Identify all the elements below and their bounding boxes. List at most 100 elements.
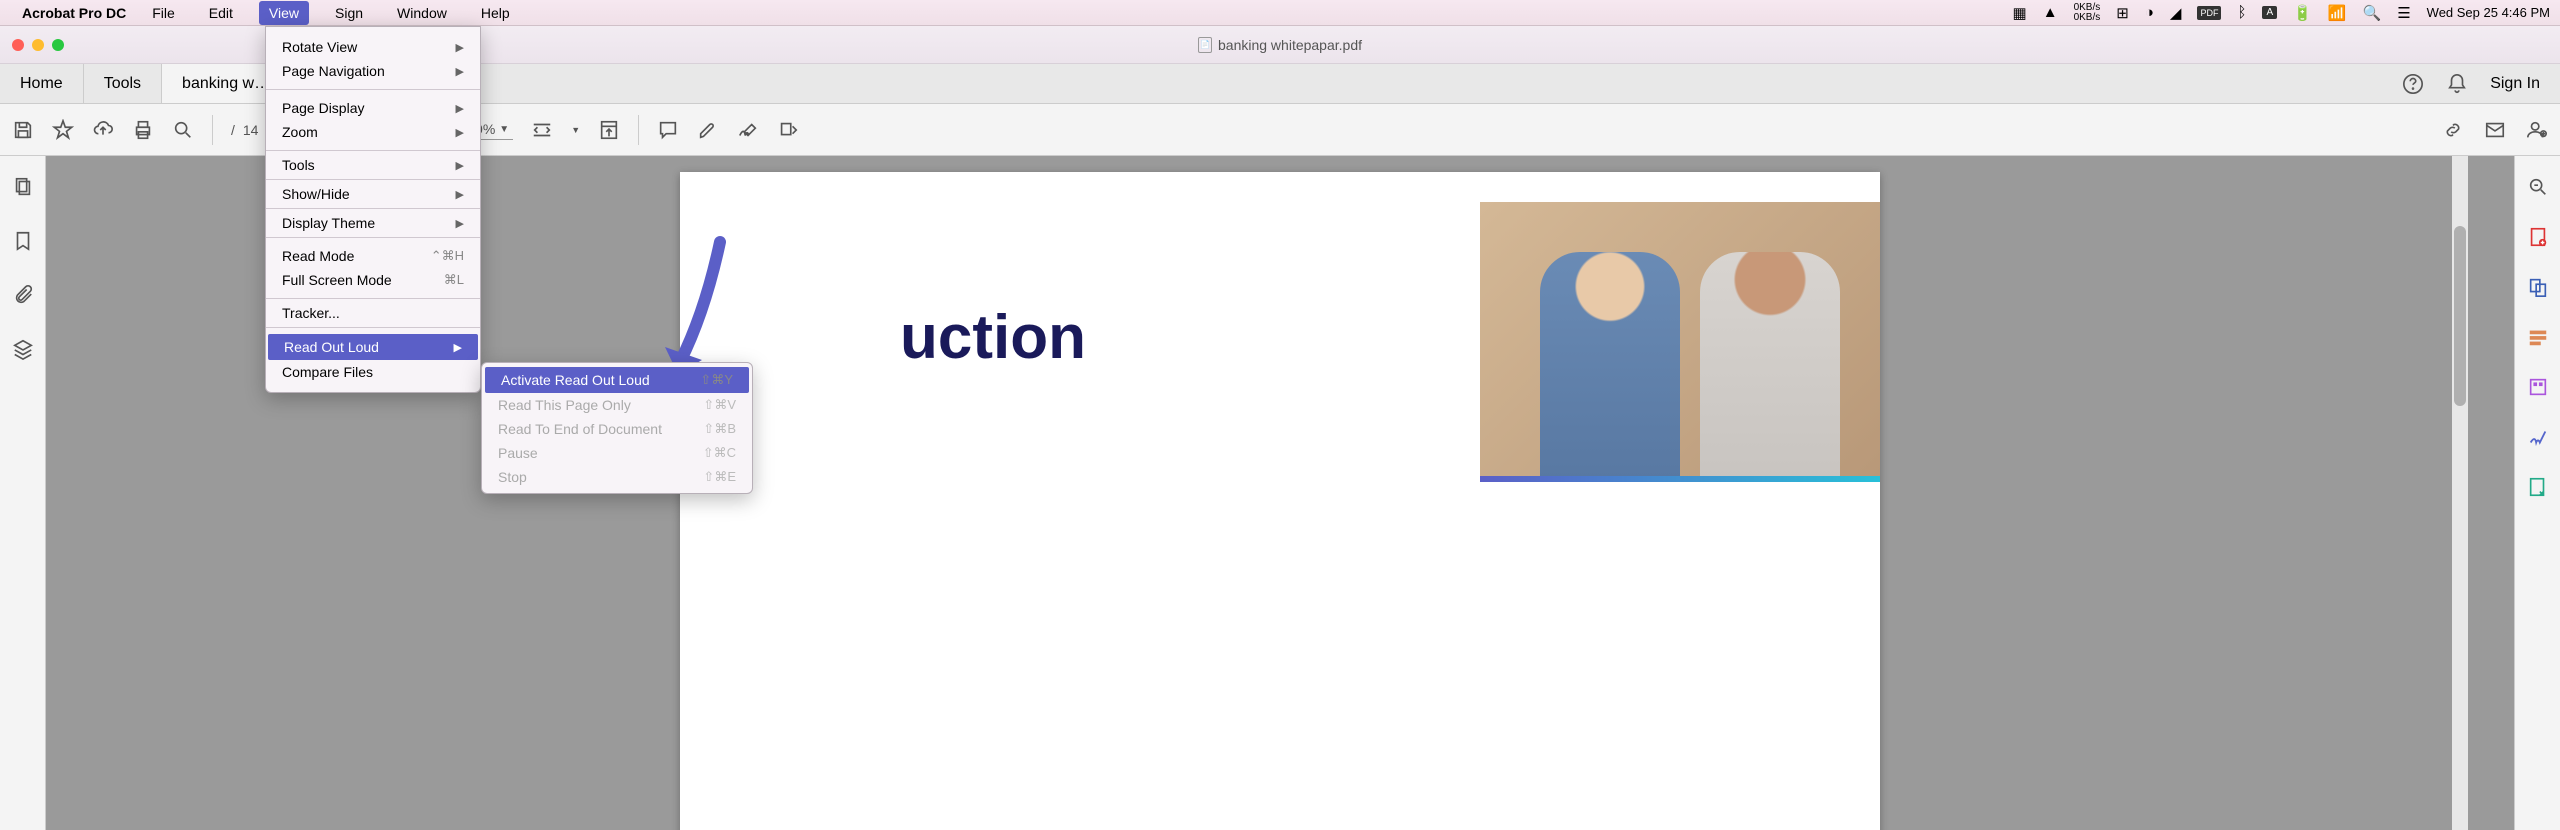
- menu-show-hide[interactable]: Show/Hide▶: [266, 182, 480, 206]
- tray-icon-4[interactable]: ◑: [2145, 4, 2154, 21]
- submenu-chevron-icon: ▶: [454, 341, 462, 354]
- comment-icon[interactable]: [657, 119, 679, 141]
- print-icon[interactable]: [132, 119, 154, 141]
- window-title: 📄 banking whitepapar.pdf: [1198, 37, 1362, 53]
- network-speed: 0KB/s 0KB/s: [2074, 3, 2101, 23]
- view-menu-dropdown: Rotate View▶ Page Navigation▶ Page Displ…: [265, 26, 481, 393]
- net-up: 0KB/s: [2074, 3, 2101, 13]
- page-heading-text: uction: [900, 302, 1086, 373]
- page-separator: /: [231, 122, 235, 138]
- save-icon[interactable]: [12, 119, 34, 141]
- submenu-chevron-icon: ▶: [456, 102, 464, 115]
- tray-icon-2[interactable]: ▲: [2043, 4, 2058, 21]
- menu-tracker[interactable]: Tracker...: [266, 301, 480, 325]
- submenu-stop: Stop⇧⌘E: [482, 465, 752, 489]
- export-pdf-icon[interactable]: [2527, 276, 2549, 298]
- submenu-activate[interactable]: Activate Read Out Loud⇧⌘Y: [485, 367, 749, 393]
- thumbnails-icon[interactable]: [12, 176, 34, 198]
- fit-width-icon[interactable]: [531, 119, 553, 141]
- email-icon[interactable]: [2484, 119, 2506, 141]
- wifi-icon[interactable]: 📶: [2328, 4, 2347, 22]
- menu-full-screen[interactable]: Full Screen Mode⌘L: [266, 268, 480, 292]
- scrollbar-thumb[interactable]: [2454, 226, 2466, 406]
- search-side-icon[interactable]: [2527, 176, 2549, 198]
- layers-icon[interactable]: [12, 338, 34, 360]
- organize-icon[interactable]: [2527, 376, 2549, 398]
- menu-view[interactable]: View: [259, 1, 309, 25]
- page-photo: [1480, 202, 1880, 482]
- page-navigation: / 14: [231, 122, 258, 138]
- menu-read-mode[interactable]: Read Mode⌃⌘H: [266, 244, 480, 268]
- window-close-button[interactable]: [12, 39, 24, 51]
- attachment-icon[interactable]: [12, 284, 34, 306]
- battery-icon[interactable]: 🔋: [2293, 4, 2312, 22]
- pdf-tray-icon[interactable]: PDF: [2197, 6, 2221, 20]
- tray-icon-5[interactable]: ◢: [2170, 4, 2182, 22]
- menu-sign[interactable]: Sign: [327, 3, 371, 23]
- menu-separator: [266, 89, 480, 90]
- edit-pdf-icon[interactable]: [2527, 326, 2549, 348]
- fit-page-icon[interactable]: [598, 119, 620, 141]
- highlight-icon[interactable]: [697, 119, 719, 141]
- bluetooth-icon[interactable]: ᛒ: [2237, 4, 2246, 21]
- dropdown-chevron-icon[interactable]: ▼: [571, 125, 580, 135]
- share-people-icon[interactable]: [2526, 119, 2548, 141]
- tray-icon-1[interactable]: ▦: [2013, 4, 2027, 22]
- toolbar-right-group: [2442, 119, 2548, 141]
- vertical-scrollbar[interactable]: [2452, 156, 2468, 830]
- menu-separator: [266, 179, 480, 180]
- menu-window[interactable]: Window: [389, 3, 455, 23]
- tray-icon-3[interactable]: ⊞: [2116, 4, 2129, 22]
- net-down: 0KB/s: [2074, 13, 2101, 23]
- submenu-chevron-icon: ▶: [456, 65, 464, 78]
- submenu-chevron-icon: ▶: [456, 217, 464, 230]
- menu-display-theme[interactable]: Display Theme▶: [266, 211, 480, 235]
- sign-tool-icon[interactable]: [2527, 426, 2549, 448]
- menu-read-out-loud[interactable]: Read Out Loud▶: [268, 334, 478, 360]
- read-out-loud-submenu: Activate Read Out Loud⇧⌘Y Read This Page…: [481, 362, 753, 494]
- input-icon[interactable]: A: [2262, 6, 2277, 19]
- menu-page-display[interactable]: Page Display▶: [266, 96, 480, 120]
- person-1: [1540, 252, 1680, 482]
- menu-separator: [266, 298, 480, 299]
- stamp-icon[interactable]: [777, 119, 799, 141]
- more-tools-icon[interactable]: [2527, 476, 2549, 498]
- toolbar-separator: [638, 115, 639, 145]
- link-icon[interactable]: [2442, 119, 2464, 141]
- person-2: [1700, 252, 1840, 482]
- menu-file[interactable]: File: [144, 3, 183, 23]
- left-rail: [0, 156, 46, 830]
- menu-rotate-view[interactable]: Rotate View▶: [266, 35, 480, 59]
- signin-link[interactable]: Sign In: [2490, 75, 2540, 93]
- cloud-upload-icon[interactable]: [92, 119, 114, 141]
- control-center-icon[interactable]: ☰: [2397, 4, 2410, 22]
- submenu-chevron-icon: ▶: [456, 188, 464, 201]
- annotation-group: [657, 119, 799, 141]
- bookmark-icon[interactable]: [12, 230, 34, 252]
- menu-compare-files[interactable]: Compare Files: [266, 360, 480, 384]
- tab-home[interactable]: Home: [0, 64, 84, 103]
- toolbar-separator: [212, 115, 213, 145]
- menu-help[interactable]: Help: [473, 3, 518, 23]
- help-icon[interactable]: [2402, 73, 2424, 95]
- menubar-datetime[interactable]: Wed Sep 25 4:46 PM: [2427, 5, 2550, 20]
- submenu-chevron-icon: ▶: [456, 41, 464, 54]
- pdf-file-icon: 📄: [1198, 37, 1212, 53]
- submenu-pause: Pause⇧⌘C: [482, 441, 752, 465]
- menu-page-navigation[interactable]: Page Navigation▶: [266, 59, 480, 83]
- signature-icon[interactable]: [737, 119, 759, 141]
- menu-separator: [266, 237, 480, 238]
- menu-zoom[interactable]: Zoom▶: [266, 120, 480, 144]
- menu-edit[interactable]: Edit: [201, 3, 241, 23]
- menu-tools[interactable]: Tools▶: [266, 153, 480, 177]
- pdf-page: uction: [680, 172, 1880, 830]
- star-icon[interactable]: [52, 119, 74, 141]
- spotlight-icon[interactable]: 🔍: [2363, 4, 2382, 22]
- window-maximize-button[interactable]: [52, 39, 64, 51]
- tab-tools[interactable]: Tools: [84, 64, 162, 103]
- create-pdf-icon[interactable]: [2527, 226, 2549, 248]
- window-minimize-button[interactable]: [32, 39, 44, 51]
- app-name[interactable]: Acrobat Pro DC: [22, 5, 126, 21]
- notification-bell-icon[interactable]: [2446, 73, 2468, 95]
- search-icon[interactable]: [172, 119, 194, 141]
